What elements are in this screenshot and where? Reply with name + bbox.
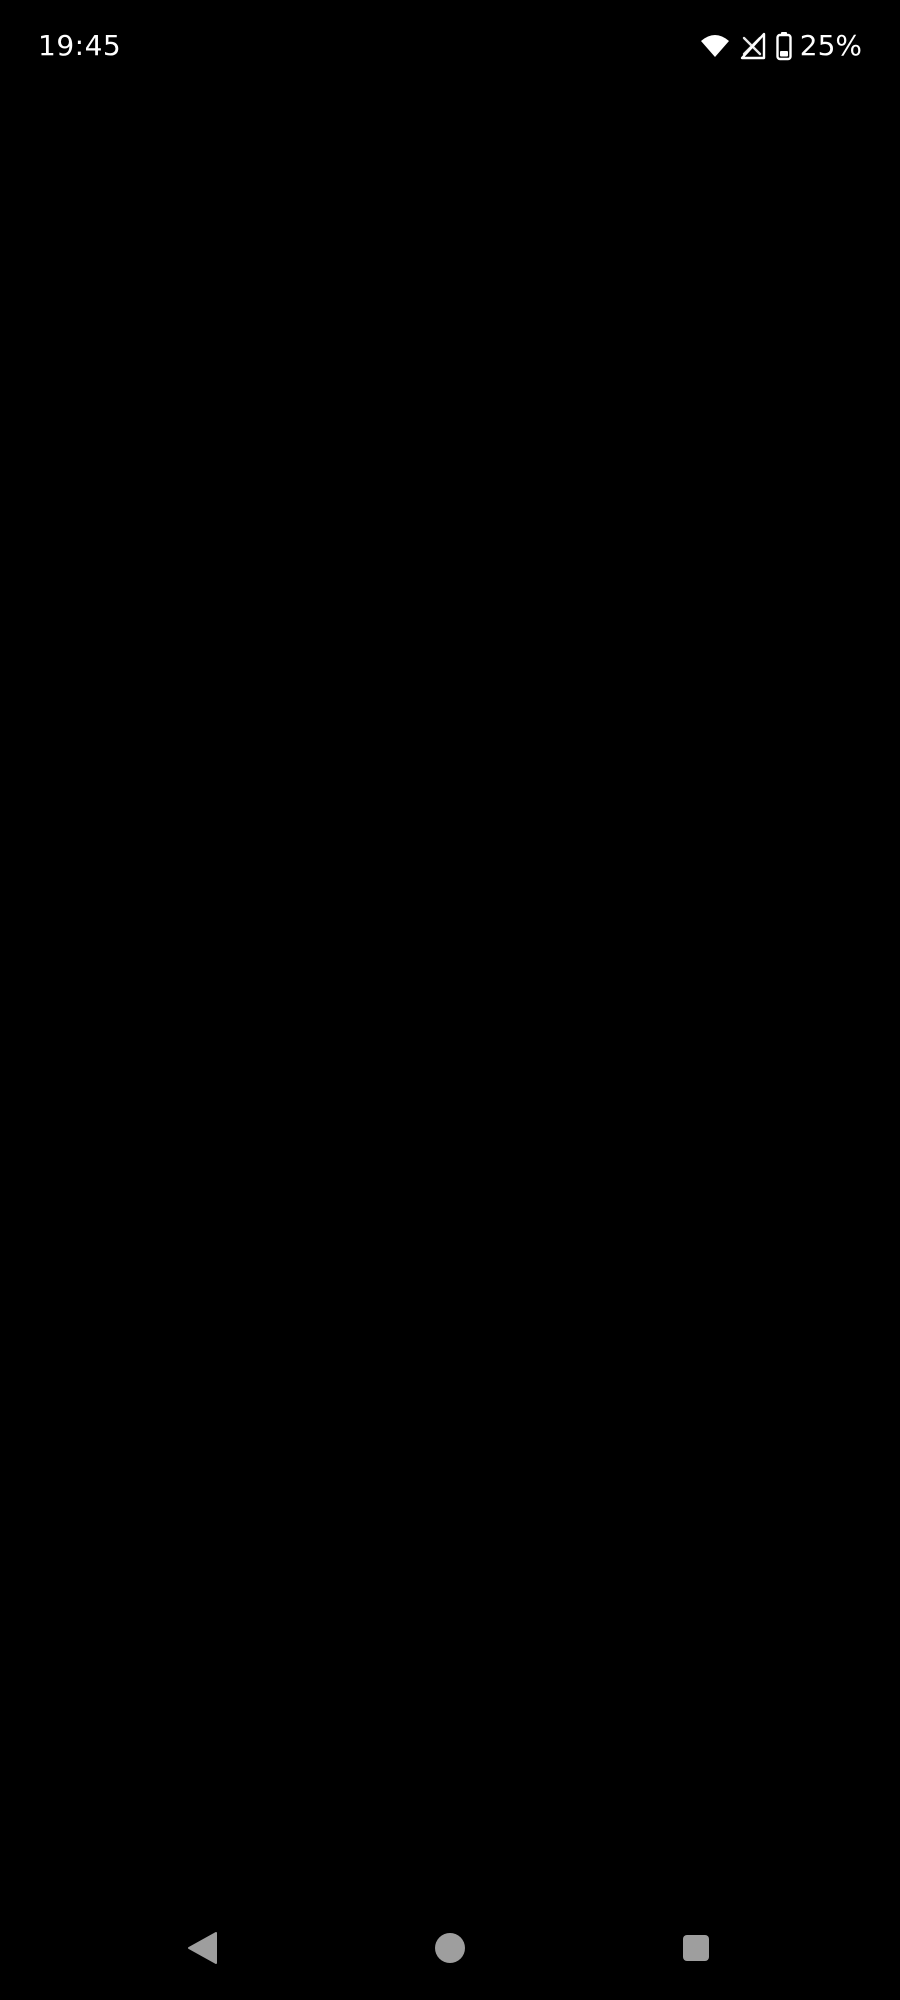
status-bar: 19:45 25% [0, 0, 900, 92]
battery-percent: 25% [799, 29, 862, 62]
back-icon [186, 1931, 218, 1969]
status-time: 19:45 [38, 29, 122, 62]
blank-screen-content [0, 92, 900, 1900]
navigation-bar [0, 1900, 900, 2000]
recents-icon [682, 1934, 710, 1966]
home-icon [434, 1932, 466, 1968]
cellular-signal-icon [740, 32, 766, 60]
back-button[interactable] [172, 1920, 232, 1980]
status-icons: 25% [700, 26, 862, 66]
home-button[interactable] [420, 1920, 480, 1980]
battery-icon [776, 31, 792, 61]
wifi-icon [700, 33, 730, 59]
recents-button[interactable] [666, 1920, 726, 1980]
